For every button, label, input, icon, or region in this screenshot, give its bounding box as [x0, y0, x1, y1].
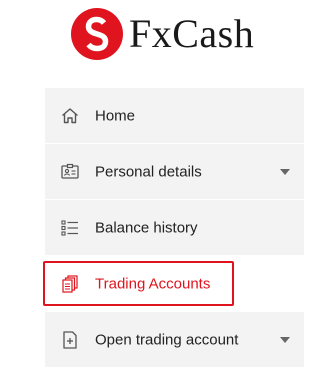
page: FxCash Home Personal details Balance his… — [0, 0, 318, 374]
menu-item-label: Open trading account — [95, 331, 239, 348]
menu-item-balance-history[interactable]: Balance history — [45, 200, 304, 255]
brand-logo[interactable]: FxCash — [71, 8, 254, 60]
menu-item-trading-accounts[interactable]: Trading Accounts — [43, 256, 304, 311]
menu-item-personal-details[interactable]: Personal details — [45, 144, 304, 199]
chevron-down-icon[interactable] — [280, 336, 290, 343]
new-document-icon — [59, 329, 81, 351]
logo-mark-icon — [71, 8, 123, 60]
chevron-down-icon[interactable] — [280, 168, 290, 175]
id-card-icon — [59, 161, 81, 183]
menu-item-label: Home — [95, 107, 136, 124]
menu-item-open-trading-account[interactable]: Open trading account — [45, 312, 304, 367]
menu-item-label: Trading Accounts — [95, 275, 211, 292]
brand-name: FxCash — [129, 11, 255, 56]
menu-item-label: Personal details — [95, 163, 202, 180]
menu-item-label: Balance history — [95, 219, 198, 236]
sidebar-menu: Home Personal details Balance history Tr… — [43, 88, 304, 368]
list-icon — [59, 217, 81, 239]
documents-icon — [59, 273, 81, 295]
home-icon — [59, 105, 81, 127]
menu-item-home[interactable]: Home — [45, 88, 304, 143]
